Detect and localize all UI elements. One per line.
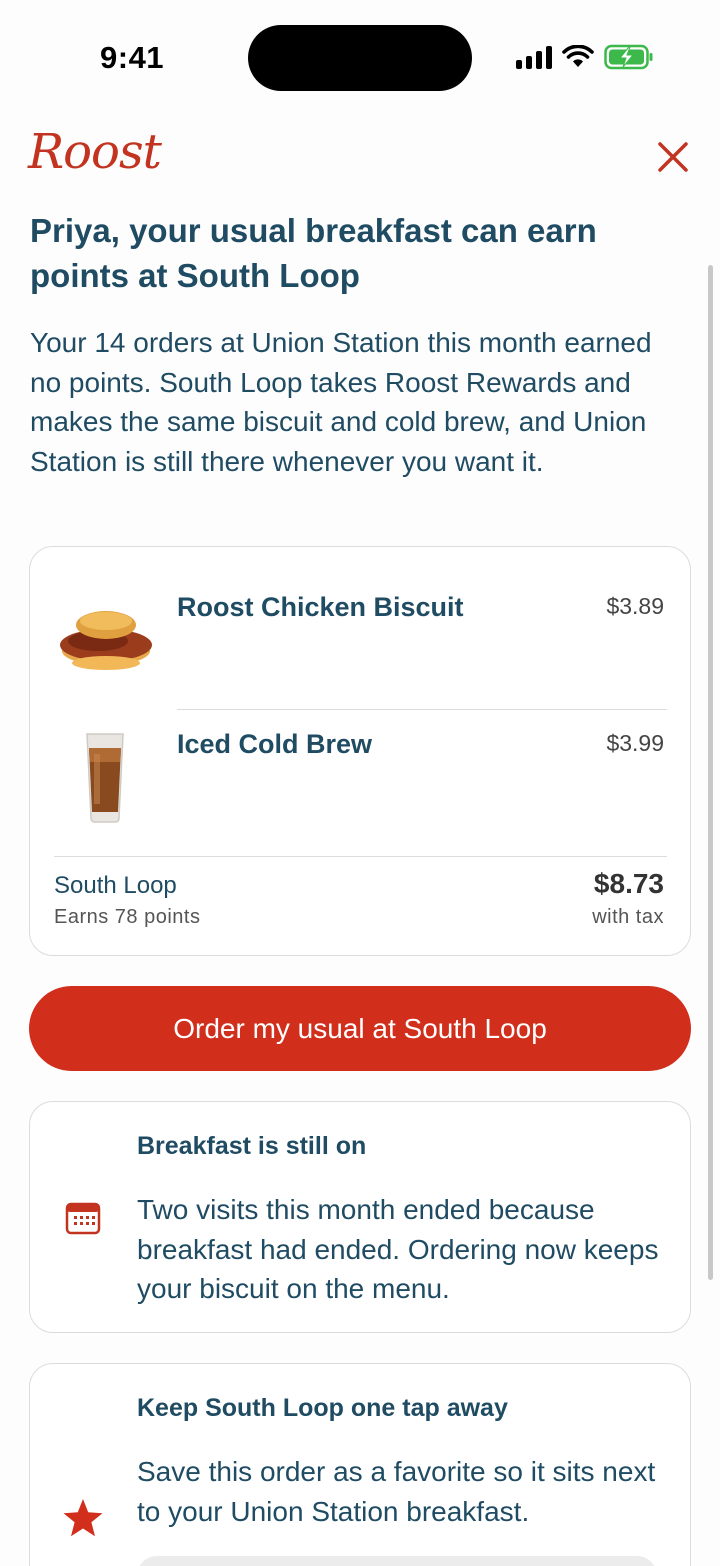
status-time: 9:41 — [100, 40, 165, 75]
info-card-body: Save this order as a favorite so it sits… — [137, 1456, 656, 1527]
scrollbar[interactable] — [708, 265, 713, 1280]
item-price: $3.89 — [606, 593, 664, 619]
order-total: $8.73 — [593, 868, 664, 899]
chicken-biscuit-image — [60, 611, 152, 670]
save-favorite-button[interactable] — [137, 1556, 657, 1566]
intro-text: Your 14 orders at Union Station this mon… — [30, 327, 652, 477]
info-card-favorite: Keep South Loop one tap away Save this o… — [29, 1363, 691, 1566]
cellular-signal-icon — [516, 45, 552, 69]
points-earned: Earns 78 points — [54, 906, 201, 928]
close-button[interactable] — [655, 139, 691, 175]
order-summary-card: Roost Chicken Biscuit $3.89 Iced Cold Br… — [29, 546, 691, 956]
info-card-body: Two visits this month ended because brea… — [137, 1194, 659, 1304]
star-icon — [63, 1499, 103, 1537]
item-price: $3.99 — [606, 730, 664, 756]
status-icons — [516, 44, 654, 70]
order-usual-button[interactable]: Order my usual at South Loop — [29, 986, 691, 1071]
item-name: Iced Cold Brew — [177, 729, 373, 759]
calendar-icon — [65, 1202, 101, 1235]
battery-charging-icon — [604, 44, 653, 70]
total-note: with tax — [592, 906, 664, 928]
total-divider — [54, 856, 667, 857]
info-card-title: Breakfast is still on — [137, 1132, 367, 1160]
info-card-breakfast: Breakfast is still on Two visits this mo… — [29, 1101, 691, 1333]
info-card-title: Keep South Loop one tap away — [137, 1394, 508, 1422]
close-icon — [658, 142, 688, 172]
dynamic-island — [248, 25, 472, 91]
page-title: Priya, your usual breakfast can earn poi… — [30, 212, 597, 294]
iced-cold-brew-image — [86, 733, 124, 823]
roost-logo: Roost — [28, 124, 162, 180]
status-bar: 9:41 — [0, 0, 720, 110]
wifi-icon — [562, 45, 594, 67]
item-divider — [177, 709, 667, 710]
store-location: South Loop — [54, 872, 177, 899]
item-name: Roost Chicken Biscuit — [177, 592, 464, 622]
